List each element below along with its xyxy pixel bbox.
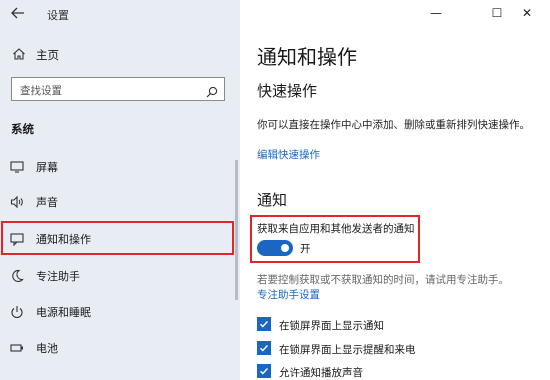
toggle-state-label: 开: [300, 243, 311, 255]
quick-actions-heading: 快速操作: [257, 82, 318, 100]
checkbox-notification-sounds[interactable]: [257, 364, 271, 378]
sidebar-item-label: 电源和睡眠: [36, 306, 91, 319]
maximize-button[interactable]: ☐: [489, 5, 505, 21]
sidebar-item-power-sleep[interactable]: 电源和睡眠: [0, 296, 240, 326]
checkbox-label: 允许通知播放声音: [279, 367, 363, 379]
power-icon: [10, 304, 24, 319]
search-icon[interactable]: [206, 83, 218, 98]
title-bar-left: 设置: [0, 0, 240, 28]
edit-quick-actions-link[interactable]: 编辑快速操作: [257, 147, 320, 162]
checkbox-lockscreen-notifications[interactable]: [257, 317, 271, 331]
sidebar-item-display[interactable]: 屏幕: [0, 151, 240, 181]
sidebar-item-home[interactable]: 主页: [0, 44, 240, 66]
quick-actions-description: 你可以直接在操作中心中添加、删除或重新排列快速操作。: [257, 119, 530, 131]
checkmark-icon: [260, 321, 269, 328]
notifications-toggle[interactable]: [257, 240, 293, 256]
checkbox-label: 在锁屏界面上显示提醒和来电: [279, 344, 416, 356]
checkbox-lockscreen-reminders[interactable]: [257, 341, 271, 355]
sidebar-item-battery[interactable]: 电池: [0, 332, 240, 362]
main-content: — ☐ ✕ 通知和操作 快速操作 你可以直接在操作中心中添加、删除或重新排列快速…: [240, 0, 550, 380]
speaker-icon: [10, 194, 24, 209]
sidebar-item-label: 电池: [36, 342, 58, 355]
checkmark-icon: [260, 345, 269, 352]
sidebar-item-label: 声音: [36, 196, 58, 209]
notifications-heading: 通知: [257, 191, 288, 209]
section-label-system: 系统: [11, 122, 34, 136]
home-icon: [12, 46, 26, 60]
checkbox-label: 在锁屏界面上显示通知: [279, 320, 384, 332]
toggle-knob: [281, 244, 289, 252]
arrow-left-icon[interactable]: [10, 5, 28, 23]
sidebar-scrollbar[interactable]: [235, 160, 238, 300]
monitor-icon: [10, 159, 24, 173]
search-placeholder: 查找设置: [20, 85, 62, 97]
focus-assist-hint: 若要控制获取或不获取通知的时间，请试用专注助手。: [257, 274, 509, 286]
moon-icon: [10, 268, 24, 282]
minimize-button[interactable]: —: [428, 5, 444, 21]
close-button[interactable]: ✕: [519, 5, 535, 21]
get-notifications-label: 获取来自应用和其他发送者的通知: [257, 223, 415, 235]
window-title: 设置: [47, 9, 69, 22]
sidebar-item-label: 主页: [36, 48, 59, 62]
sidebar-item-label: 屏幕: [36, 161, 58, 174]
sidebar: 设置 主页 查找设置 系统 屏幕 声音 通知和操作 专注助手 电源和睡眠 电池: [0, 0, 240, 380]
sidebar-item-label: 专注助手: [36, 270, 80, 283]
focus-assist-settings-link[interactable]: 专注助手设置: [257, 287, 320, 302]
checkmark-icon: [260, 368, 269, 375]
selected-item-highlight: [1, 221, 234, 255]
page-title: 通知和操作: [257, 45, 357, 69]
battery-icon: [10, 340, 24, 354]
search-input[interactable]: 查找设置: [11, 77, 225, 101]
sidebar-item-sound[interactable]: 声音: [0, 186, 240, 216]
sidebar-item-focus-assist[interactable]: 专注助手: [0, 260, 240, 290]
